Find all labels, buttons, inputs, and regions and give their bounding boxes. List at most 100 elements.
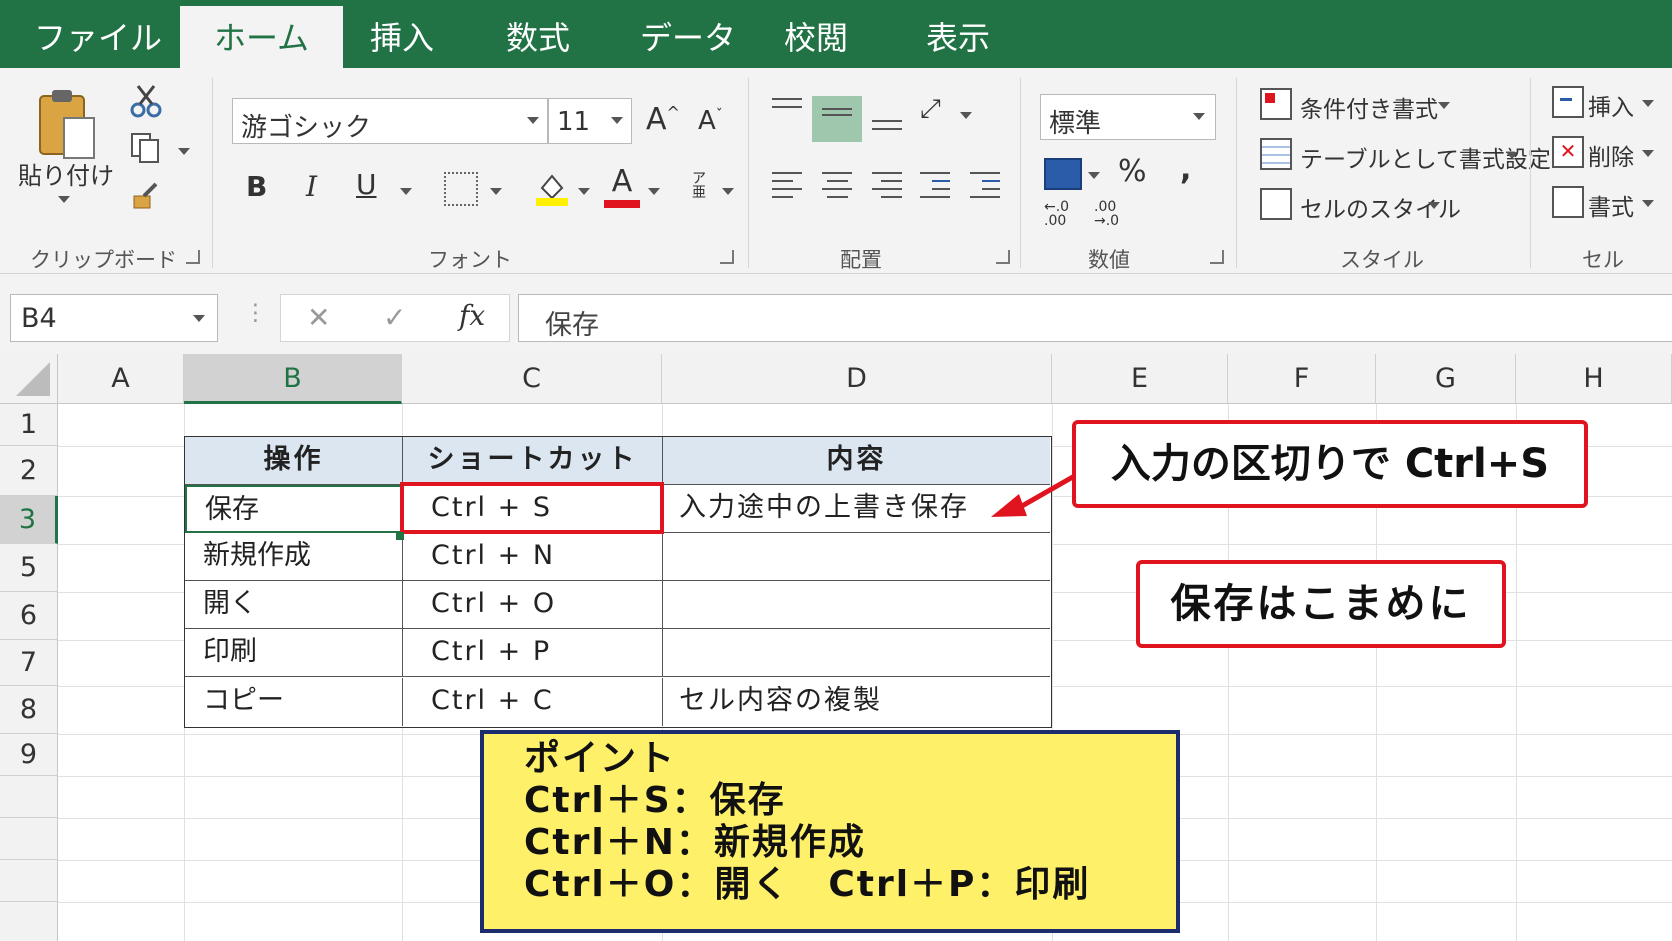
- increase-decimal-button[interactable]: ←.0 .00: [1044, 200, 1084, 228]
- more-icon[interactable]: ⋮: [244, 300, 267, 326]
- tab-file[interactable]: ファイル: [34, 18, 162, 58]
- shrink-font-button[interactable]: Aˇ: [698, 106, 723, 136]
- copy-dropdown-caret[interactable]: [178, 148, 190, 155]
- accounting-dropdown-caret[interactable]: [1088, 172, 1100, 179]
- delete-cells-button[interactable]: 削除: [1588, 138, 1634, 172]
- orientation-dropdown-caret[interactable]: [960, 112, 972, 119]
- decrease-decimal-button[interactable]: .00 →.0: [1094, 200, 1134, 228]
- format-dropdown-caret[interactable]: [1642, 200, 1654, 207]
- orientation-icon[interactable]: ⤢: [920, 94, 941, 125]
- table-cell[interactable]: 印刷: [185, 629, 403, 677]
- table-cell[interactable]: 開く: [185, 581, 403, 629]
- table-cell[interactable]: Ctrl + P: [403, 629, 663, 677]
- align-bottom-icon[interactable]: [872, 114, 902, 136]
- column-header-h[interactable]: H: [1516, 354, 1672, 404]
- font-launcher-icon[interactable]: [720, 250, 734, 264]
- column-header-a[interactable]: A: [58, 354, 184, 404]
- number-launcher-icon[interactable]: [1210, 250, 1224, 264]
- font-name-select[interactable]: 游ゴシック: [232, 98, 548, 144]
- row-header-2[interactable]: 2: [0, 446, 58, 496]
- grow-font-button[interactable]: A^: [646, 102, 680, 137]
- row-header-3[interactable]: 3: [0, 496, 58, 544]
- cell-styles-icon[interactable]: [1260, 188, 1292, 220]
- row-header-9[interactable]: 9: [0, 734, 58, 776]
- tab-formulas[interactable]: 数式: [506, 18, 570, 58]
- delete-dropdown-caret[interactable]: [1642, 150, 1654, 157]
- row-header-8[interactable]: 8: [0, 686, 58, 734]
- row-header-1[interactable]: 1: [0, 404, 58, 446]
- align-center-icon[interactable]: [822, 166, 852, 204]
- increase-indent-icon[interactable]: [970, 166, 1000, 204]
- tab-insert[interactable]: 挿入: [370, 18, 434, 58]
- table-cell[interactable]: Ctrl + C: [403, 678, 663, 726]
- name-box[interactable]: B4: [10, 294, 218, 342]
- insert-dropdown-caret[interactable]: [1642, 100, 1654, 107]
- align-right-icon[interactable]: [872, 166, 902, 204]
- font-color-dropdown-caret[interactable]: [648, 188, 660, 195]
- font-color-button[interactable]: A: [604, 164, 640, 208]
- row-header-5[interactable]: 5: [0, 544, 58, 592]
- border-icon[interactable]: [444, 172, 478, 206]
- font-size-select[interactable]: 11: [548, 98, 632, 144]
- phonetic-guide-icon[interactable]: ア亜: [686, 172, 712, 200]
- align-middle-icon[interactable]: [812, 96, 862, 142]
- format-cells-icon[interactable]: [1552, 186, 1584, 218]
- percent-style-button[interactable]: %: [1118, 154, 1147, 189]
- underline-button[interactable]: U: [356, 168, 377, 201]
- accounting-format-icon[interactable]: [1044, 158, 1082, 190]
- row-header-7[interactable]: 7: [0, 640, 58, 686]
- table-cell[interactable]: Ctrl + O: [403, 581, 663, 629]
- cell-styles-dropdown-caret[interactable]: [1428, 202, 1440, 209]
- clipboard-launcher-icon[interactable]: [186, 250, 200, 264]
- tab-data[interactable]: データ: [640, 18, 736, 58]
- conditional-formatting-button[interactable]: 条件付き書式: [1300, 90, 1438, 124]
- table-cell[interactable]: Ctrl + N: [403, 533, 663, 581]
- table-cell[interactable]: 保存: [185, 485, 403, 533]
- fill-color-icon[interactable]: [534, 170, 570, 206]
- table-cell[interactable]: [663, 581, 1050, 629]
- copy-icon[interactable]: [128, 132, 164, 172]
- table-header-shortcut[interactable]: ショートカット: [403, 437, 663, 485]
- fill-handle[interactable]: [396, 532, 404, 540]
- select-all-corner[interactable]: [0, 354, 58, 404]
- row-header-6[interactable]: 6: [0, 592, 58, 640]
- table-cell[interactable]: セル内容の複製: [663, 678, 1050, 726]
- decrease-indent-icon[interactable]: [920, 166, 950, 204]
- conditional-formatting-icon[interactable]: [1260, 88, 1292, 120]
- table-cell[interactable]: コピー: [185, 678, 403, 726]
- table-cell[interactable]: 新規作成: [185, 533, 403, 581]
- alignment-launcher-icon[interactable]: [996, 250, 1010, 264]
- table-header-operation[interactable]: 操作: [185, 437, 403, 485]
- formula-input[interactable]: 保存: [518, 294, 1672, 342]
- tab-review[interactable]: 校閲: [784, 18, 848, 58]
- insert-function-icon[interactable]: fx: [459, 299, 485, 332]
- table-cell[interactable]: [663, 629, 1050, 677]
- enter-icon[interactable]: ✓: [383, 301, 406, 334]
- italic-button[interactable]: I: [306, 170, 317, 203]
- format-cells-button[interactable]: 書式: [1588, 188, 1634, 222]
- phonetic-dropdown-caret[interactable]: [722, 188, 734, 195]
- underline-dropdown-caret[interactable]: [400, 188, 412, 195]
- border-dropdown-caret[interactable]: [490, 188, 502, 195]
- insert-cells-button[interactable]: 挿入: [1588, 88, 1634, 122]
- column-header-c[interactable]: C: [402, 354, 662, 404]
- comma-style-button[interactable]: ,: [1180, 152, 1191, 187]
- column-header-g[interactable]: G: [1376, 354, 1516, 404]
- cancel-icon[interactable]: ✕: [307, 301, 330, 334]
- table-cell[interactable]: [663, 533, 1050, 581]
- align-top-icon[interactable]: [772, 92, 802, 114]
- bold-button[interactable]: B: [246, 170, 267, 203]
- format-as-table-icon[interactable]: [1260, 138, 1292, 170]
- format-painter-icon[interactable]: [128, 180, 164, 220]
- tab-home[interactable]: ホーム: [180, 6, 344, 68]
- number-format-select[interactable]: 標準: [1040, 94, 1216, 140]
- paste-label[interactable]: 貼り付け: [18, 156, 114, 191]
- column-header-b[interactable]: B: [184, 354, 402, 404]
- paste-button[interactable]: [36, 88, 98, 162]
- paste-dropdown-caret[interactable]: [58, 196, 70, 203]
- conditional-dropdown-caret[interactable]: [1438, 102, 1450, 109]
- column-header-f[interactable]: F: [1228, 354, 1376, 404]
- insert-cells-icon[interactable]: [1552, 86, 1584, 118]
- table-dropdown-caret[interactable]: [1506, 152, 1518, 159]
- cut-icon[interactable]: [128, 84, 164, 126]
